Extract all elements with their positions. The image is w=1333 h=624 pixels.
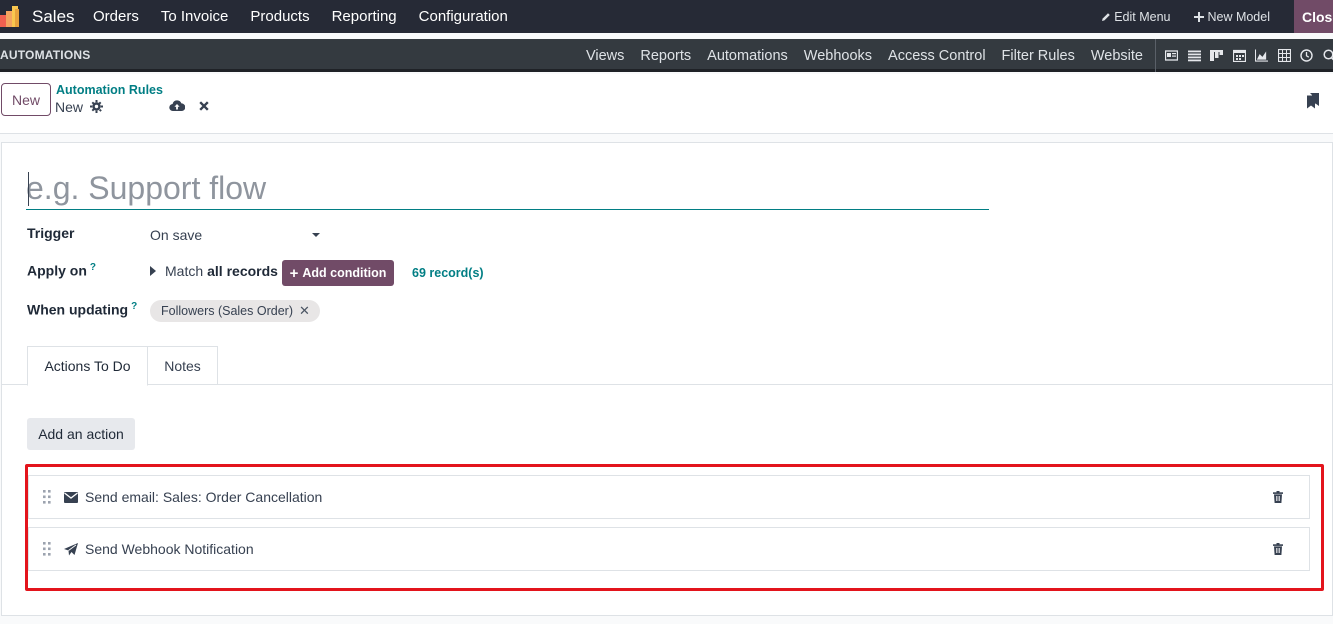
record-count-link[interactable]: 69 record(s) [412, 266, 484, 280]
breadcrumb-automation-rules[interactable]: Automation Rules [56, 83, 163, 97]
apply-on-text: Apply on [27, 262, 87, 279]
main-menu: Orders To Invoice Products Reporting Con… [93, 0, 530, 33]
plus-icon [1194, 11, 1205, 22]
when-updating-text: When updating [27, 301, 129, 318]
studio-menu: Views Reports Automations Webhooks Acces… [570, 39, 1143, 72]
tab-notes[interactable]: Notes [148, 346, 218, 385]
edit-menu-button[interactable]: Edit Menu [1101, 10, 1170, 24]
bookmark-icon[interactable] [1307, 93, 1319, 109]
domain-toggle[interactable]: Match all records [150, 263, 278, 279]
add-condition-label: Add condition [302, 266, 387, 280]
match-scope: all records [207, 263, 278, 279]
top-navbar: Sales Orders To Invoice Products Reporti… [0, 0, 1333, 33]
text-cursor [28, 172, 29, 206]
studio-title: AUTOMATIONS [0, 48, 91, 62]
tab-actions-to-do[interactable]: Actions To Do [27, 346, 148, 386]
notebook-tabs: Actions To Do Notes [2, 346, 1333, 386]
highlight-box [25, 464, 1324, 591]
field-tag-label: Followers (Sales Order) [161, 304, 293, 318]
pivot-view-icon[interactable] [1277, 49, 1291, 62]
menu-products[interactable]: Products [250, 8, 309, 25]
form-sheet: Trigger On save Apply on? Match all reco… [1, 142, 1333, 616]
search-view-icon[interactable] [1322, 49, 1333, 62]
gear-icon[interactable] [90, 100, 103, 113]
match-prefix: Match [165, 263, 204, 279]
pencil-icon [1102, 12, 1110, 21]
calendar-view-icon[interactable] [1232, 49, 1246, 62]
plus-icon: + [289, 264, 299, 282]
add-action-button[interactable]: Add an action [27, 418, 135, 450]
kanban-view-icon[interactable] [1210, 49, 1223, 62]
graph-view-icon[interactable] [1255, 49, 1268, 62]
new-model-label: New Model [1207, 9, 1270, 24]
menu-configuration[interactable]: Configuration [419, 8, 508, 25]
help-tooltip-icon[interactable]: ? [90, 262, 96, 273]
list-view-icon[interactable] [1187, 49, 1201, 62]
studio-actions: Edit Menu New Model Close [1101, 0, 1333, 33]
caret-right-icon [150, 266, 156, 276]
close-studio-button[interactable]: Close [1294, 0, 1333, 33]
when-updating-label: When updating? [27, 301, 137, 318]
activity-view-icon[interactable] [1300, 49, 1313, 62]
studio-menu-filter-rules[interactable]: Filter Rules [1002, 48, 1075, 64]
studio-menu-webhooks[interactable]: Webhooks [804, 48, 872, 64]
help-tooltip-icon[interactable]: ? [131, 301, 137, 312]
form-view-icon[interactable] [1165, 49, 1178, 62]
menu-reporting[interactable]: Reporting [332, 8, 397, 25]
apply-on-label: Apply on? [27, 262, 96, 279]
view-switcher [1155, 39, 1333, 72]
app-name[interactable]: Sales [32, 7, 75, 27]
new-record-button[interactable]: New [1, 83, 51, 116]
chevron-down-icon [312, 233, 320, 237]
studio-menu-reports[interactable]: Reports [640, 48, 691, 64]
trigger-label: Trigger [27, 225, 75, 241]
edit-menu-label: Edit Menu [1114, 9, 1171, 24]
studio-menu-views[interactable]: Views [586, 48, 624, 64]
control-panel: New Automation Rules New [0, 74, 1333, 134]
field-tag: Followers (Sales Order) ✕ [150, 300, 320, 322]
remove-tag-icon[interactable]: ✕ [299, 303, 310, 319]
trigger-value: On save [150, 227, 203, 243]
menu-to-invoice[interactable]: To Invoice [161, 8, 229, 25]
menu-orders[interactable]: Orders [93, 8, 139, 25]
studio-menu-access-control[interactable]: Access Control [888, 48, 986, 64]
cloud-upload-icon[interactable] [169, 99, 185, 112]
add-condition-button[interactable]: + Add condition [282, 260, 394, 286]
automation-name-input[interactable] [26, 168, 989, 210]
close-icon[interactable] [199, 101, 209, 111]
new-model-button[interactable]: New Model [1194, 10, 1270, 24]
sales-app-logo-icon[interactable] [0, 6, 22, 27]
breadcrumb-current: New [55, 99, 84, 115]
studio-subbar: AUTOMATIONS Views Reports Automations We… [0, 39, 1333, 72]
trigger-select[interactable]: On save [150, 225, 324, 245]
studio-menu-automations[interactable]: Automations [707, 48, 788, 64]
studio-menu-website[interactable]: Website [1091, 48, 1143, 64]
